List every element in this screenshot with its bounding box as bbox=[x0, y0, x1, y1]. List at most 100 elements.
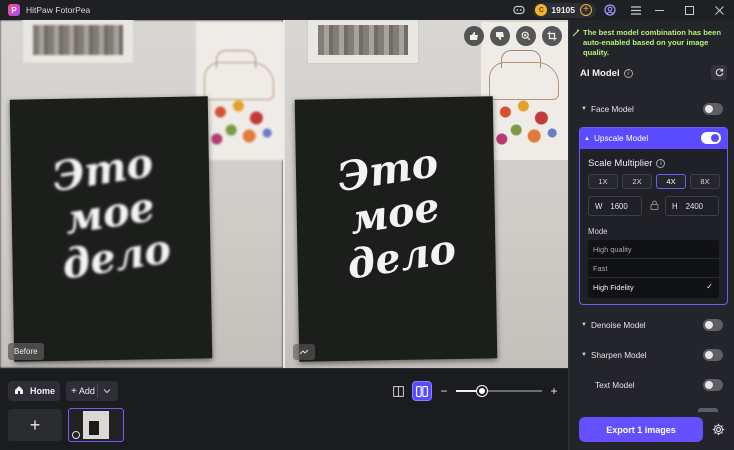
app-logo: P bbox=[8, 4, 20, 16]
sharpen-model-toggle[interactable] bbox=[703, 349, 723, 361]
caret-up-icon: ▲ bbox=[584, 135, 590, 142]
checkmark-icon: ✓ bbox=[706, 282, 713, 291]
pending-clock-icon bbox=[72, 431, 80, 439]
account-icon[interactable] bbox=[602, 2, 618, 18]
close-icon[interactable] bbox=[704, 0, 734, 20]
width-value: 1600 bbox=[610, 201, 628, 211]
denoise-model-row[interactable]: ▼ Denoise Model bbox=[581, 316, 727, 334]
denoise-model-label: Denoise Model bbox=[591, 320, 646, 330]
zoom-control: − + bbox=[438, 381, 560, 401]
add-button[interactable]: + Add bbox=[66, 381, 118, 401]
board-lettering: Это мое дело bbox=[334, 138, 460, 289]
width-label: W bbox=[595, 201, 603, 211]
upscale-model-row[interactable]: ▲ Upscale Model bbox=[580, 128, 727, 149]
home-icon bbox=[14, 385, 24, 398]
add-image-slot[interactable]: + bbox=[8, 409, 62, 441]
sharpen-model-label: Sharpen Model bbox=[591, 350, 647, 360]
face-model-label: Face Model bbox=[591, 104, 634, 114]
denoise-model-toggle[interactable] bbox=[703, 319, 723, 331]
mode-title: Mode bbox=[588, 227, 608, 236]
scale-options: 1X 2X 4X 8X bbox=[588, 174, 720, 189]
maximize-icon[interactable] bbox=[674, 0, 704, 20]
coin-icon: C bbox=[535, 4, 548, 16]
home-label: Home bbox=[30, 386, 56, 396]
gear-icon[interactable] bbox=[710, 421, 726, 437]
before-label: Before bbox=[8, 343, 44, 360]
chevron-down-icon[interactable] bbox=[103, 384, 111, 397]
zoom-in-button[interactable]: + bbox=[548, 384, 560, 398]
auto-enabled-notice: The best model combination has been auto… bbox=[583, 28, 721, 57]
add-plus-icon: + bbox=[71, 385, 77, 397]
magic-wand-icon bbox=[572, 29, 580, 37]
bottom-bar: Home + Add + − + bbox=[0, 368, 568, 450]
mode-list: High quality Fast High Fidelity ✓ bbox=[588, 240, 719, 298]
credits-pill[interactable]: C 19105 + bbox=[533, 2, 596, 18]
minimize-icon[interactable] bbox=[644, 0, 674, 20]
upscale-model-card: ▲ Upscale Model Scale Multiplier i 1X 2X … bbox=[579, 127, 728, 305]
chalkboard: Это мое дело bbox=[294, 96, 498, 362]
upscale-model-toggle[interactable] bbox=[701, 132, 721, 144]
info-icon[interactable]: i bbox=[623, 69, 633, 78]
face-model-row[interactable]: ▼ Face Model bbox=[581, 100, 727, 118]
zoom-icon[interactable] bbox=[516, 26, 536, 46]
add-label: Add bbox=[78, 386, 95, 396]
scale-4x-button[interactable]: 4X bbox=[656, 174, 686, 189]
scale-1x-button[interactable]: 1X bbox=[588, 174, 618, 189]
zoom-slider-handle[interactable] bbox=[477, 386, 487, 396]
zoom-out-button[interactable]: − bbox=[438, 384, 450, 398]
wall-photo bbox=[307, 20, 419, 64]
height-value: 2400 bbox=[685, 201, 703, 211]
board-lettering: Это мое дело bbox=[49, 138, 175, 289]
settings-panel: The best model combination has been auto… bbox=[568, 20, 734, 450]
after-pane[interactable]: Это мое дело bbox=[285, 20, 568, 368]
info-icon[interactable]: i bbox=[656, 159, 666, 168]
height-field[interactable]: H 2400 bbox=[665, 196, 719, 216]
text-model-toggle[interactable] bbox=[703, 379, 723, 391]
side-by-side-view-icon[interactable] bbox=[412, 381, 432, 401]
chalkboard: Это мое дело bbox=[9, 96, 213, 362]
image-tools bbox=[464, 26, 562, 46]
caret-down-icon: ▼ bbox=[581, 106, 587, 112]
buy-credits-icon[interactable]: + bbox=[580, 4, 592, 16]
view-mode-toggles bbox=[388, 381, 432, 401]
caret-down-icon: ▼ bbox=[581, 322, 587, 328]
image-thumbnail[interactable] bbox=[68, 408, 124, 442]
export-button[interactable]: Export 1 images bbox=[579, 417, 703, 442]
split-view-icon[interactable] bbox=[388, 381, 408, 401]
text-model-label: Text Model bbox=[595, 380, 635, 390]
title-bar: P HitPaw FotorPea C 19105 + bbox=[0, 0, 734, 20]
crop-icon[interactable] bbox=[542, 26, 562, 46]
credit-count: 19105 bbox=[551, 5, 575, 15]
face-model-toggle[interactable] bbox=[703, 103, 723, 115]
title-bar-controls: C 19105 + bbox=[511, 0, 734, 20]
after-label bbox=[293, 344, 315, 360]
height-label: H bbox=[672, 201, 678, 211]
thumbs-up-icon[interactable] bbox=[464, 26, 484, 46]
thumbs-down-icon[interactable] bbox=[490, 26, 510, 46]
scale-2x-button[interactable]: 2X bbox=[622, 174, 652, 189]
discord-icon[interactable] bbox=[511, 2, 527, 18]
scale-8x-button[interactable]: 8X bbox=[690, 174, 720, 189]
mode-high-fidelity[interactable]: High Fidelity ✓ bbox=[588, 278, 719, 297]
scroll-overflow-hint bbox=[579, 406, 728, 412]
mode-high-quality[interactable]: High quality bbox=[588, 240, 719, 259]
add-divider bbox=[97, 384, 98, 398]
zoom-slider[interactable] bbox=[456, 386, 542, 396]
mode-fast[interactable]: Fast bbox=[588, 259, 719, 278]
aspect-lock-icon[interactable] bbox=[649, 200, 659, 210]
caret-down-icon: ▼ bbox=[581, 352, 587, 358]
wall-photo bbox=[22, 20, 134, 64]
width-field[interactable]: W 1600 bbox=[588, 196, 642, 216]
image-viewer[interactable]: Это мое дело Before Это мое дело bbox=[0, 20, 568, 368]
reset-icon[interactable] bbox=[711, 65, 727, 80]
menu-icon[interactable] bbox=[628, 2, 644, 18]
ai-model-title: AI Model i bbox=[580, 68, 633, 79]
before-pane[interactable]: Это мое дело Before bbox=[0, 20, 283, 368]
home-button[interactable]: Home bbox=[8, 381, 60, 401]
text-model-row[interactable]: Text Model bbox=[581, 376, 727, 394]
sharpen-model-row[interactable]: ▼ Sharpen Model bbox=[581, 346, 727, 364]
dimensions-row: W 1600 H 2400 bbox=[588, 196, 719, 216]
scale-multiplier-title: Scale Multiplier i bbox=[588, 158, 666, 169]
car-sketch bbox=[196, 22, 283, 160]
app-title: HitPaw FotorPea bbox=[26, 5, 91, 15]
